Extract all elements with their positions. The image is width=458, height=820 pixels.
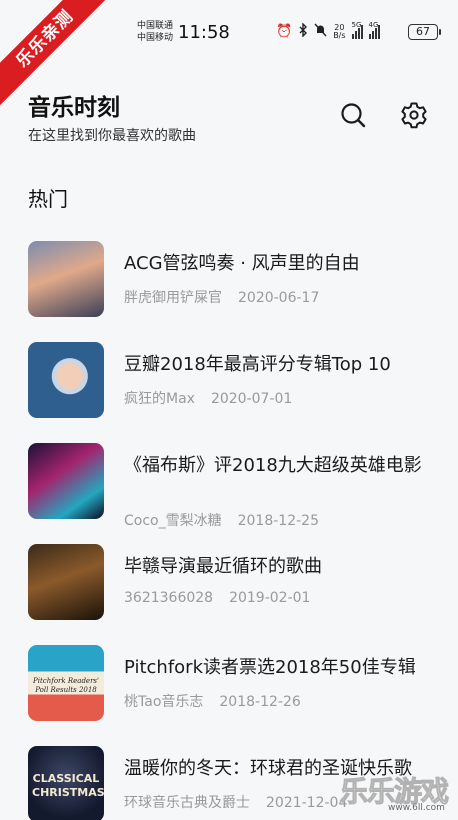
playlist-author: 桃Tao音乐志	[124, 694, 204, 710]
playlist-author: 环球音乐古典及爵士	[124, 795, 250, 811]
playlist-title: 豆瓣2018年最高评分专辑Top 10	[124, 354, 391, 375]
playlist-title: Pitchfork读者票选2018年50佳专辑	[124, 657, 416, 678]
search-button[interactable]	[338, 100, 368, 130]
list-item[interactable]: 毕赣导演最近循环的歌曲 3621366028 2019-02-01	[0, 539, 458, 640]
playlist-date: 2018-12-25	[237, 513, 319, 529]
playlist-author: 3621366028	[124, 590, 214, 606]
list-item[interactable]: Pitchfork Readers' Poll Results 2018 Pit…	[0, 640, 458, 741]
playlist-cover	[28, 342, 104, 418]
playlist-author: Coco_雪梨冰糖	[124, 513, 222, 529]
playlist-meta: 环球音乐古典及爵士 2021-12-04	[124, 792, 347, 812]
mute-bell-icon	[314, 23, 327, 41]
playlist-date: 2019-02-01	[229, 590, 311, 606]
section-title-hot: 热门	[28, 187, 68, 211]
playlist-meta: 3621366028 2019-02-01	[124, 590, 310, 606]
carrier-1: 中国联通	[137, 21, 174, 31]
carrier-2: 中国移动	[137, 33, 174, 43]
system-icons: ⏰ 20 B/s 5G 4G	[276, 21, 380, 41]
net-speed: 20 B/s	[333, 23, 346, 40]
page-title: 音乐时刻	[28, 95, 120, 121]
list-item[interactable]: 《福布斯》评2018九大超级英雄电影 Coco_雪梨冰糖 2018-12-25	[0, 438, 458, 539]
cover-caption: Pitchfork Readers' Poll Results 2018	[33, 677, 99, 694]
playlist-cover: CLASSICAL CHRISTMAS	[28, 746, 104, 820]
playlist-title: ACG管弦鸣奏 · 风声里的自由	[124, 253, 360, 274]
carrier-info: 中国联通 中国移动	[137, 20, 173, 44]
settings-button[interactable]	[399, 100, 429, 130]
playlist-date: 2018-12-26	[219, 694, 301, 710]
gear-icon	[401, 102, 427, 129]
cover-caption: CLASSICAL CHRISTMAS	[32, 772, 104, 799]
playlist-date: 2020-07-01	[210, 391, 293, 407]
status-time: 11:58	[178, 22, 230, 43]
bluetooth-icon	[298, 22, 308, 41]
list-item[interactable]: 豆瓣2018年最高评分专辑Top 10 疯狂的Max 2020-07-01	[0, 337, 458, 438]
list-item[interactable]: ACG管弦鸣奏 · 风声里的自由 胖虎御用铲屎官 2020-06-17	[0, 236, 458, 337]
signal-4g-icon: 4G	[368, 21, 380, 39]
playlist-title: 毕赣导演最近循环的歌曲	[124, 556, 322, 577]
playlist-cover	[28, 443, 104, 519]
playlist-list: ACG管弦鸣奏 · 风声里的自由 胖虎御用铲屎官 2020-06-17 豆瓣201…	[0, 236, 458, 820]
signal-5g-icon: 5G	[351, 21, 363, 39]
playlist-cover	[28, 544, 104, 620]
playlist-meta: 桃Tao音乐志 2018-12-26	[124, 691, 301, 711]
playlist-title: 《福布斯》评2018九大超级英雄电影	[124, 455, 422, 476]
page-subtitle: 在这里找到你最喜欢的歌曲	[28, 128, 196, 144]
playlist-meta: Coco_雪梨冰糖 2018-12-25	[124, 510, 319, 530]
playlist-cover	[28, 241, 104, 317]
alarm-icon: ⏰	[276, 24, 293, 39]
corner-watermark-url: www.6ll.com	[388, 803, 445, 813]
battery-indicator: 67	[408, 24, 441, 40]
playlist-date: 2021-12-04	[266, 795, 348, 811]
search-icon	[341, 103, 366, 128]
playlist-author: 疯狂的Max	[124, 391, 195, 407]
playlist-meta: 胖虎御用铲屎官 2020-06-17	[124, 287, 319, 307]
playlist-date: 2020-06-17	[238, 290, 320, 306]
playlist-cover: Pitchfork Readers' Poll Results 2018	[28, 645, 104, 721]
playlist-author: 胖虎御用铲屎官	[124, 290, 222, 306]
playlist-meta: 疯狂的Max 2020-07-01	[124, 388, 292, 408]
